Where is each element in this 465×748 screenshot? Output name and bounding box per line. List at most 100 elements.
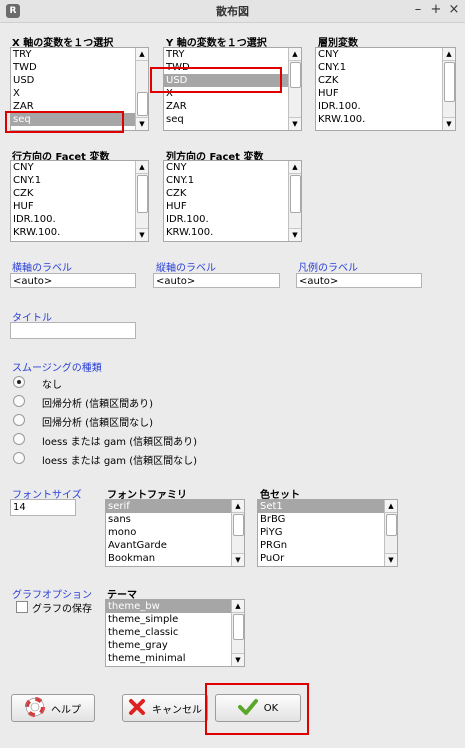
scroll-down-icon[interactable]: ▼ bbox=[289, 117, 301, 130]
scroll-up-icon[interactable]: ▲ bbox=[385, 500, 397, 513]
list-item-selected[interactable]: seq bbox=[11, 113, 135, 126]
smoothing-radio-loess-noci[interactable] bbox=[13, 452, 25, 464]
scroll-thumb[interactable] bbox=[386, 514, 397, 536]
list-item[interactable]: CZK bbox=[316, 74, 442, 87]
scroll-thumb[interactable] bbox=[137, 175, 148, 213]
facet-col-list[interactable]: CNY CNY.1 CZK HUF IDR.100. KRW.100. ▲ ▼ bbox=[163, 160, 302, 242]
list-item[interactable]: CZK bbox=[164, 187, 288, 200]
scroll-down-icon[interactable]: ▼ bbox=[232, 553, 244, 566]
scrollbar[interactable]: ▲ ▼ bbox=[135, 161, 148, 241]
list-item[interactable]: PiYG bbox=[258, 526, 384, 539]
list-item[interactable]: PuOr bbox=[258, 552, 384, 565]
ok-button[interactable]: OK bbox=[215, 694, 301, 722]
list-item[interactable]: CNY.1 bbox=[316, 61, 442, 74]
scrollbar[interactable]: ▲ ▼ bbox=[384, 500, 397, 566]
list-item[interactable]: CNY bbox=[11, 161, 135, 174]
scroll-down-icon[interactable]: ▼ bbox=[232, 653, 244, 666]
scroll-up-icon[interactable]: ▲ bbox=[289, 161, 301, 174]
list-item[interactable]: CNY bbox=[164, 161, 288, 174]
list-item[interactable]: KRW.100. bbox=[11, 226, 135, 239]
scroll-thumb[interactable] bbox=[290, 175, 301, 213]
list-item-selected[interactable]: theme_bw bbox=[106, 600, 231, 613]
scroll-thumb[interactable] bbox=[137, 92, 148, 116]
scroll-thumb[interactable] bbox=[233, 614, 244, 640]
list-item[interactable]: IDR.100. bbox=[164, 213, 288, 226]
x-axis-label-input[interactable]: <auto> bbox=[10, 273, 136, 288]
list-item[interactable]: USD bbox=[11, 74, 135, 87]
list-item[interactable]: X bbox=[164, 87, 288, 100]
scrollbar[interactable]: ▲ ▼ bbox=[288, 48, 301, 130]
scroll-down-icon[interactable]: ▼ bbox=[385, 553, 397, 566]
y-variable-list[interactable]: TRY TWD USD X ZAR seq ▲ ▼ bbox=[163, 47, 302, 131]
scrollbar[interactable]: ▲ ▼ bbox=[231, 600, 244, 666]
cancel-button[interactable]: キャンセル bbox=[122, 694, 208, 722]
scroll-thumb[interactable] bbox=[233, 514, 244, 536]
scroll-down-icon[interactable]: ▼ bbox=[136, 228, 148, 241]
list-item[interactable]: mono bbox=[106, 526, 231, 539]
list-item[interactable]: CNY.1 bbox=[11, 174, 135, 187]
scrollbar[interactable]: ▲ ▼ bbox=[135, 48, 148, 130]
list-item[interactable]: theme_gray bbox=[106, 639, 231, 652]
font-family-list[interactable]: serif sans mono AvantGarde Bookman ▲ ▼ bbox=[105, 499, 245, 567]
list-item-selected[interactable]: serif bbox=[106, 500, 231, 513]
list-item[interactable]: HUF bbox=[316, 87, 442, 100]
scroll-up-icon[interactable]: ▲ bbox=[136, 161, 148, 174]
list-item[interactable]: seq bbox=[164, 113, 288, 126]
x-variable-list[interactable]: TRY TWD USD X ZAR seq ▲ ▼ bbox=[10, 47, 149, 131]
scroll-up-icon[interactable]: ▲ bbox=[232, 500, 244, 513]
scroll-up-icon[interactable]: ▲ bbox=[232, 600, 244, 613]
list-item[interactable]: BrBG bbox=[258, 513, 384, 526]
list-item[interactable]: CNY.1 bbox=[164, 174, 288, 187]
strata-variable-list[interactable]: CNY CNY.1 CZK HUF IDR.100. KRW.100. ▲ ▼ bbox=[315, 47, 456, 131]
scroll-up-icon[interactable]: ▲ bbox=[443, 48, 455, 61]
list-item[interactable]: X bbox=[11, 87, 135, 100]
close-icon[interactable]: × bbox=[447, 3, 461, 17]
list-item[interactable]: sans bbox=[106, 513, 231, 526]
list-item[interactable]: Bookman bbox=[106, 552, 231, 565]
scroll-down-icon[interactable]: ▼ bbox=[289, 228, 301, 241]
list-item[interactable]: PRGn bbox=[258, 539, 384, 552]
title-input[interactable] bbox=[10, 322, 136, 339]
list-item[interactable]: TRY bbox=[164, 48, 288, 61]
maximize-icon[interactable]: + bbox=[429, 3, 443, 17]
save-graph-checkbox[interactable] bbox=[16, 601, 28, 613]
list-item[interactable]: IDR.100. bbox=[11, 213, 135, 226]
list-item[interactable]: KRW.100. bbox=[316, 113, 442, 126]
list-item[interactable]: TRY bbox=[11, 48, 135, 61]
list-item[interactable]: CZK bbox=[11, 187, 135, 200]
list-item[interactable]: TWD bbox=[164, 61, 288, 74]
scroll-up-icon[interactable]: ▲ bbox=[136, 48, 148, 61]
minimize-icon[interactable]: – bbox=[411, 3, 425, 17]
smoothing-radio-lm-noci[interactable] bbox=[13, 414, 25, 426]
list-item[interactable]: KRW.100. bbox=[164, 226, 288, 239]
y-axis-label-input[interactable]: <auto> bbox=[153, 273, 280, 288]
list-item[interactable]: IDR.100. bbox=[316, 100, 442, 113]
list-item[interactable]: CNY bbox=[316, 48, 442, 61]
list-item[interactable]: HUF bbox=[11, 200, 135, 213]
help-button[interactable]: ヘルプ bbox=[11, 694, 95, 722]
color-set-list[interactable]: Set1 BrBG PiYG PRGn PuOr ▲ ▼ bbox=[257, 499, 398, 567]
scrollbar[interactable]: ▲ ▼ bbox=[442, 48, 455, 130]
facet-row-list[interactable]: CNY CNY.1 CZK HUF IDR.100. KRW.100. ▲ ▼ bbox=[10, 160, 149, 242]
list-item[interactable]: AvantGarde bbox=[106, 539, 231, 552]
list-item-selected[interactable]: Set1 bbox=[258, 500, 384, 513]
list-item[interactable]: ZAR bbox=[164, 100, 288, 113]
legend-label-input[interactable]: <auto> bbox=[296, 273, 422, 288]
list-item-selected[interactable]: USD bbox=[164, 74, 288, 87]
list-item[interactable]: HUF bbox=[164, 200, 288, 213]
list-item[interactable]: ZAR bbox=[11, 100, 135, 113]
scroll-up-icon[interactable]: ▲ bbox=[289, 48, 301, 61]
scroll-thumb[interactable] bbox=[444, 62, 455, 102]
scroll-down-icon[interactable]: ▼ bbox=[443, 117, 455, 130]
list-item[interactable]: TWD bbox=[11, 61, 135, 74]
list-item[interactable]: theme_simple bbox=[106, 613, 231, 626]
scrollbar[interactable]: ▲ ▼ bbox=[231, 500, 244, 566]
smoothing-radio-loess-ci[interactable] bbox=[13, 433, 25, 445]
theme-list[interactable]: theme_bw theme_simple theme_classic them… bbox=[105, 599, 245, 667]
scroll-thumb[interactable] bbox=[290, 62, 301, 88]
scrollbar[interactable]: ▲ ▼ bbox=[288, 161, 301, 241]
list-item[interactable]: theme_classic bbox=[106, 626, 231, 639]
smoothing-radio-lm-ci[interactable] bbox=[13, 395, 25, 407]
scroll-down-icon[interactable]: ▼ bbox=[136, 117, 148, 130]
smoothing-radio-none[interactable] bbox=[13, 376, 25, 388]
